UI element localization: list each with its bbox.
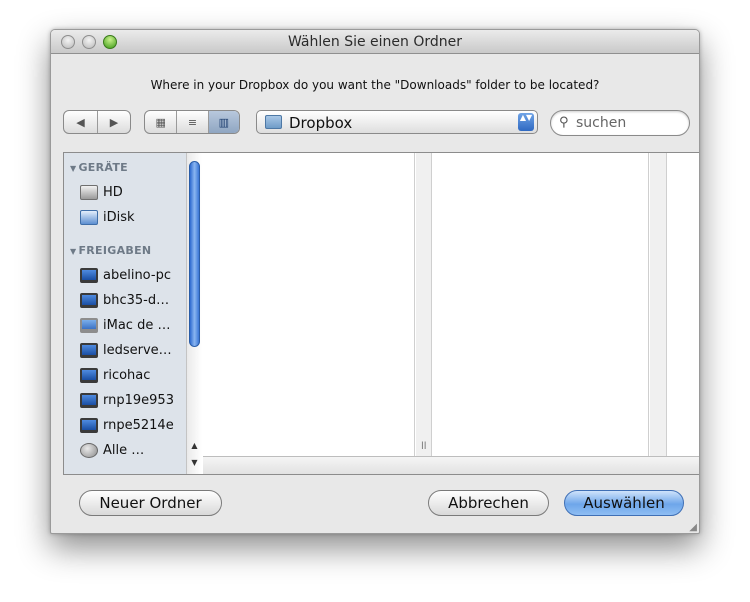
sidebar-item-rnpe5214e[interactable]: rnpe5214e bbox=[80, 414, 196, 436]
column-divider[interactable] bbox=[650, 153, 667, 456]
sidebar-item-label: HD bbox=[103, 184, 123, 200]
sidebar-group-label: FREIGABEN bbox=[78, 244, 152, 257]
hard-disk-icon bbox=[80, 184, 98, 200]
search-placeholder: suchen bbox=[576, 115, 627, 131]
sidebar-item-label: rnpe5214e bbox=[103, 417, 174, 433]
sidebar: ▼ GERÄTE HD iDisk ▼ FREIGABEN abelino-pc b… bbox=[64, 153, 202, 474]
network-pc-icon bbox=[80, 392, 98, 408]
sidebar-item-rnp19e953[interactable]: rnp19e953 bbox=[80, 389, 196, 411]
column-divider[interactable]: ll bbox=[416, 153, 432, 456]
forward-button[interactable]: ▶ bbox=[96, 111, 130, 133]
sidebar-group-label: GERÄTE bbox=[78, 161, 128, 174]
sidebar-item-label: abelino-pc bbox=[103, 267, 171, 283]
scroll-down-arrow-icon[interactable]: ▼ bbox=[187, 456, 202, 470]
search-icon: ⚲ bbox=[559, 115, 569, 130]
sidebar-item-label: bhc35-d… bbox=[103, 292, 170, 308]
location-popup[interactable]: Dropbox ▲▼ bbox=[256, 110, 538, 134]
title-bar[interactable]: Wählen Sie einen Ordner bbox=[51, 30, 699, 54]
sidebar-item-abelino-pc[interactable]: abelino-pc bbox=[80, 264, 196, 286]
dialog-prompt: Where in your Dropbox do you want the "D… bbox=[150, 78, 600, 92]
resize-grip-icon[interactable]: ◢ bbox=[689, 522, 697, 533]
sidebar-group-shared[interactable]: ▼ FREIGABEN bbox=[70, 244, 151, 257]
toolbar: ◀ ▶ ▦ ≡ ▥ Dropbox ▲▼ ⚲ suchen bbox=[51, 110, 699, 140]
list-view-button[interactable]: ≡ bbox=[176, 111, 207, 133]
network-pc-icon bbox=[80, 417, 98, 433]
back-forward-control: ◀ ▶ bbox=[63, 110, 131, 134]
choose-folder-dialog: Wählen Sie einen Ordner Where in your Dr… bbox=[50, 29, 700, 534]
choose-button[interactable]: Auswählen bbox=[564, 490, 684, 516]
sidebar-item-idisk[interactable]: iDisk bbox=[80, 206, 196, 228]
sidebar-item-label: ledserve… bbox=[103, 342, 172, 358]
column-view-button[interactable]: ▥ bbox=[207, 111, 239, 133]
cancel-button[interactable]: Abbrechen bbox=[428, 490, 549, 516]
new-folder-button[interactable]: Neuer Ordner bbox=[79, 490, 222, 516]
sidebar-item-label: iDisk bbox=[103, 209, 135, 225]
sidebar-item-label: Alle … bbox=[103, 442, 145, 458]
disclosure-triangle-icon: ▼ bbox=[70, 247, 77, 256]
sidebar-item-hd[interactable]: HD bbox=[80, 181, 196, 203]
network-globe-icon bbox=[80, 442, 98, 458]
browser-column[interactable] bbox=[668, 153, 699, 456]
column-resize-grip-icon[interactable]: ll bbox=[421, 441, 427, 452]
scroll-up-arrow-icon[interactable]: ▲ bbox=[187, 439, 202, 453]
sidebar-item-all[interactable]: Alle … bbox=[80, 439, 196, 461]
back-button[interactable]: ◀ bbox=[64, 111, 97, 133]
window-title: Wählen Sie einen Ordner bbox=[287, 34, 463, 50]
sidebar-item-label: rnp19e953 bbox=[103, 392, 174, 408]
search-field[interactable]: ⚲ suchen bbox=[550, 110, 690, 136]
sidebar-group-devices[interactable]: ▼ GERÄTE bbox=[70, 161, 128, 174]
imac-icon bbox=[80, 317, 98, 333]
sidebar-item-bhc35[interactable]: bhc35-d… bbox=[80, 289, 196, 311]
network-pc-icon bbox=[80, 342, 98, 358]
sidebar-item-ricohac[interactable]: ricohac bbox=[80, 364, 196, 386]
idisk-icon bbox=[80, 209, 98, 225]
network-pc-icon bbox=[80, 267, 98, 283]
file-browser: ▼ GERÄTE HD iDisk ▼ FREIGABEN abelino-pc b… bbox=[63, 152, 699, 475]
sidebar-item-imac[interactable]: iMac de … bbox=[80, 314, 196, 336]
sidebar-scrollbar[interactable]: ▲ ▼ bbox=[186, 153, 202, 474]
network-pc-icon bbox=[80, 367, 98, 383]
location-label: Dropbox bbox=[289, 114, 353, 132]
dialog-footer: Neuer Ordner Abbrechen Auswählen ◢ bbox=[51, 480, 699, 533]
network-pc-icon bbox=[80, 292, 98, 308]
view-mode-control: ▦ ≡ ▥ bbox=[144, 110, 240, 134]
icon-view-button[interactable]: ▦ bbox=[145, 111, 176, 133]
horizontal-scrollbar[interactable] bbox=[203, 456, 699, 474]
sidebar-scroll-thumb[interactable] bbox=[189, 161, 200, 347]
popup-stepper-icon: ▲▼ bbox=[518, 113, 534, 131]
browser-column[interactable] bbox=[433, 153, 649, 456]
sidebar-item-label: ricohac bbox=[103, 367, 151, 383]
sidebar-item-ledserve[interactable]: ledserve… bbox=[80, 339, 196, 361]
browser-column[interactable] bbox=[203, 153, 415, 456]
disclosure-triangle-icon: ▼ bbox=[70, 164, 77, 173]
folder-icon bbox=[265, 115, 282, 129]
sidebar-item-label: iMac de … bbox=[103, 317, 171, 333]
